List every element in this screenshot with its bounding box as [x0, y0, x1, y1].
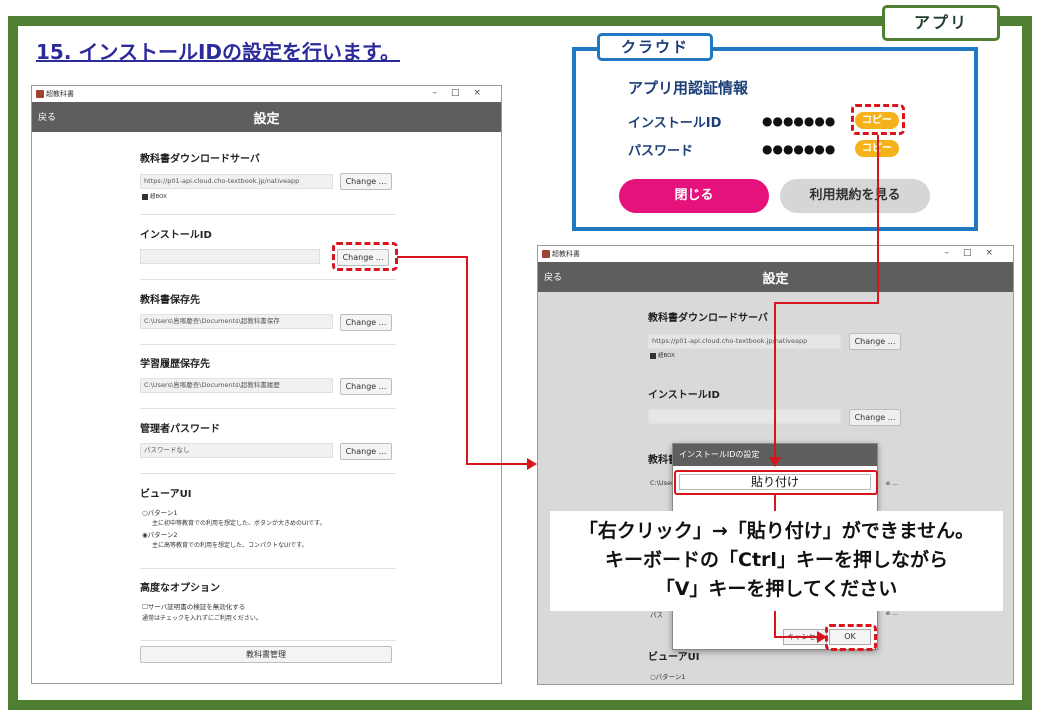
cert-description: 通常はチェックを入れずにご利用ください。 — [142, 615, 262, 622]
highlight-copy-button — [851, 104, 905, 135]
arrow-line — [775, 302, 879, 304]
app-icon — [36, 90, 44, 98]
install-id-label: インストールID — [648, 390, 720, 401]
pattern2-radio[interactable]: ◉パターン2 — [142, 529, 177, 539]
arrow-line — [466, 463, 528, 465]
cloud-password-value: ●●●●●●● — [762, 142, 836, 156]
server-field[interactable]: https://p01-api.cloud.cho-textbook.jp/na… — [648, 334, 841, 349]
server-label: 教科書ダウンロードサーバ — [140, 154, 260, 165]
server-change-button[interactable]: Change ... — [849, 333, 901, 350]
cloud-install-id-label: インストールID — [628, 116, 722, 131]
highlight-change-button — [332, 242, 398, 271]
arrow-line — [466, 256, 468, 465]
arrow-line — [397, 256, 467, 258]
callout-line-1: 「右クリック」→「貼り付け」ができません。 — [578, 520, 975, 542]
install-id-label: インストールID — [140, 230, 212, 241]
window-titlebar: 超教科書 –□× — [538, 246, 1013, 262]
app-tag: アプリ — [882, 5, 1000, 41]
history-path-field[interactable]: C:\Users\島塚慶吾\Documents\超教科書履歴 — [140, 378, 333, 393]
server-label: 教科書ダウンロードサーバ — [648, 313, 768, 324]
pattern2-description: 主に高等教育での利用を想定した、コンパクトなUIです。 — [152, 542, 308, 549]
server-field[interactable]: https://p01-api.cloud.cho-textbook.jp/na… — [140, 174, 333, 189]
callout-line-2: キーボードの「Ctrl」キーを押しながら — [605, 549, 948, 571]
install-id-field[interactable] — [648, 409, 841, 424]
divider — [140, 214, 396, 215]
textbook-path-change-button[interactable]: e ... — [886, 479, 898, 487]
window-controls[interactable]: –□× — [432, 88, 495, 98]
window-title: 超教科書 — [46, 90, 74, 98]
history-path-label: 学習履歴保存先 — [140, 359, 210, 370]
history-path-change-button[interactable]: Change ... — [340, 378, 392, 395]
pattern1-description: 主に初中等教育での利用を想定した、ボタンが大きめのUIです。 — [152, 520, 326, 527]
instruction-callout: 「右クリック」→「貼り付け」ができません。 キーボードの「Ctrl」キーを押しな… — [550, 511, 1003, 611]
divider — [140, 568, 396, 569]
cloud-password-label: パスワード — [628, 144, 694, 159]
settings-header: 戻る 設定 — [538, 262, 1013, 292]
install-id-field[interactable] — [140, 249, 320, 264]
arrow-line — [774, 636, 820, 638]
textbook-path-label: 教科書保存先 — [140, 295, 200, 306]
app-icon — [542, 250, 550, 258]
highlight-paste-item — [674, 470, 878, 495]
settings-title: 設定 — [253, 112, 280, 127]
cloud-install-id-value: ●●●●●●● — [762, 114, 836, 128]
box-logo: 超BOX — [650, 351, 675, 359]
divider — [140, 473, 396, 474]
textbook-path-field[interactable]: C:\Users\島塚慶吾\Documents\超教科書保存 — [140, 314, 333, 329]
terms-button[interactable]: 利用規約を見る — [780, 179, 930, 213]
server-change-button[interactable]: Change ... — [340, 173, 392, 190]
cert-checkbox[interactable]: ☐サーバ証明書の検証を無効化する — [142, 601, 245, 611]
cloud-heading: アプリ用認証情報 — [628, 79, 749, 97]
cloud-tag: クラウド — [597, 33, 713, 61]
step-title: 15. インストールIDの設定を行います。 — [36, 40, 401, 64]
viewer-ui-label: ビューアUI — [140, 489, 192, 500]
advanced-options-label: 高度なオプション — [140, 583, 220, 594]
divider — [140, 279, 396, 280]
viewer-ui-label: ビューアUI — [648, 652, 700, 663]
arrow-head-down — [769, 457, 781, 467]
window-controls[interactable]: –□× — [944, 248, 1007, 258]
settings-header: 戻る 設定 — [32, 102, 501, 132]
box-logo: 超BOX — [142, 192, 167, 200]
admin-password-label: 管理者パスワード — [140, 424, 220, 435]
pattern1-radio[interactable]: ○パターン1 — [650, 671, 685, 681]
textbook-manage-button[interactable]: 教科書管理 — [140, 646, 392, 663]
admin-password-change-button[interactable]: Change ... — [340, 443, 392, 460]
install-id-change-button[interactable]: Change ... — [849, 409, 901, 426]
settings-title: 設定 — [762, 272, 789, 287]
arrow-head-right — [527, 458, 537, 470]
window-title: 超教科書 — [552, 250, 580, 258]
window-titlebar: 超教科書 –□× — [32, 86, 501, 102]
arrow-line — [877, 135, 879, 303]
admin-password-field[interactable]: パスワードなし — [140, 443, 333, 458]
textbook-path-change-button[interactable]: Change ... — [340, 314, 392, 331]
callout-line-3: 「V」キーを押してください — [655, 578, 898, 600]
close-button[interactable]: 閉じる — [619, 179, 769, 213]
highlight-ok-button — [825, 624, 877, 651]
arrow-line — [774, 302, 776, 458]
settings-window-left: 超教科書 –□× 戻る 設定 教科書ダウンロードサーバ https://p01-… — [31, 85, 502, 684]
pattern1-radio[interactable]: ○パターン1 — [142, 507, 177, 517]
divider — [140, 408, 396, 409]
arrow-line — [774, 610, 776, 638]
divider — [140, 344, 396, 345]
divider — [140, 640, 396, 641]
